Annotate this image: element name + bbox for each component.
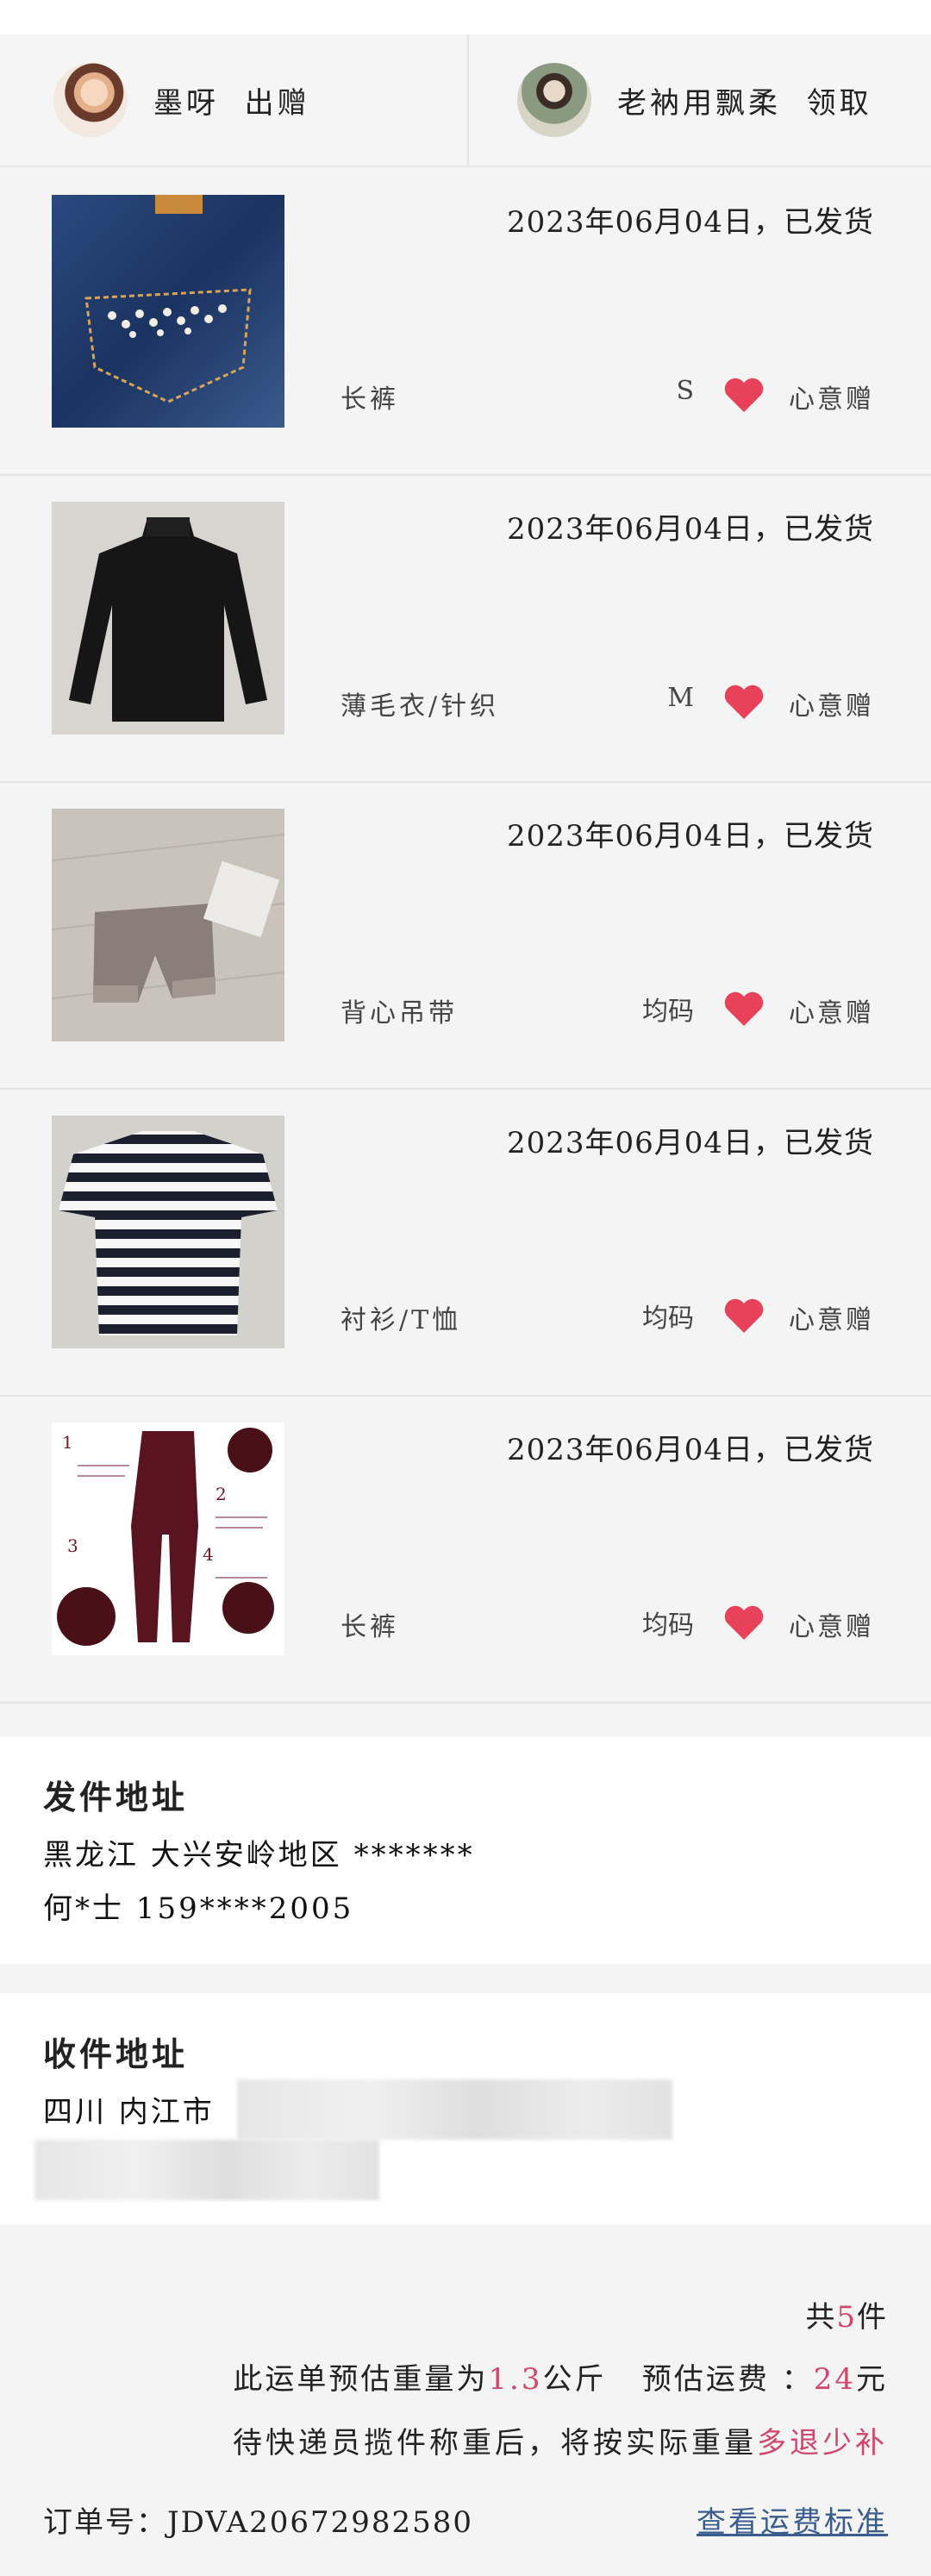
list-item[interactable]: 1 2 3 4 2023年06月04日，已发货 长裤 均码 心意赠 <box>0 1397 931 1704</box>
ship-date: 2023年06月04日，已发货 <box>506 512 874 547</box>
gift-label: 心意赠 <box>789 998 874 1029</box>
ship-date: 2023年06月04日，已发货 <box>506 205 874 240</box>
item-size: S <box>676 376 694 406</box>
heart-icon <box>724 991 764 1026</box>
estimated-weight-fee: 此运单预估重量为1.3公斤 预估运费 ：24元 <box>233 2362 888 2397</box>
svg-text:3: 3 <box>67 1535 78 1556</box>
order-number: 订单号：JDVA20672982580 <box>43 2505 474 2540</box>
giver-name: 墨呀 出赠 <box>153 85 310 121</box>
shorts-photo[interactable] <box>52 809 284 1041</box>
svg-text:2: 2 <box>216 1484 227 1504</box>
svg-text:4: 4 <box>203 1544 214 1565</box>
denim-jeans-photo[interactable] <box>52 195 284 428</box>
list-item[interactable]: 2023年06月04日，已发货 背心吊带 均码 心意赠 <box>0 783 931 1090</box>
top-bar <box>0 0 931 34</box>
item-category: 背心吊带 <box>341 998 458 1029</box>
sender-contact: 何*士 159****2005 <box>43 1891 354 1926</box>
item-category: 衬衫/T恤 <box>341 1305 462 1335</box>
list-item[interactable]: 2023年06月04日，已发货 长裤 S 心意赠 <box>0 169 931 476</box>
redacted-address <box>237 2079 672 2140</box>
heart-icon <box>724 1605 764 1640</box>
gift-label: 心意赠 <box>789 1305 874 1335</box>
svg-text:1: 1 <box>62 1432 73 1453</box>
gift-label: 心意赠 <box>789 1612 874 1642</box>
item-category: 薄毛衣/针织 <box>341 691 500 722</box>
tights-photo[interactable]: 1 2 3 4 <box>52 1422 284 1655</box>
recipient-region: 四川 内江市 <box>43 2095 215 2129</box>
sender-address-card: 发件地址 黑龙江 大兴安岭地区 ******* 何*士 159****2005 <box>0 1736 931 1964</box>
recipient-address-card: 收件地址 四川 内江市 <box>0 1993 931 2224</box>
list-item[interactable]: 2023年06月04日，已发货 衬衫/T恤 均码 心意赠 <box>0 1090 931 1397</box>
redacted-contact <box>34 2140 379 2200</box>
item-size: M <box>667 683 694 713</box>
receiver-avatar[interactable] <box>517 63 591 137</box>
item-total: 共5件 <box>805 2300 888 2335</box>
gift-label: 心意赠 <box>789 385 874 415</box>
gift-header: 墨呀 出赠 老衲用飘柔 领取 <box>0 34 931 167</box>
heart-icon <box>724 685 764 719</box>
item-size: 均码 <box>642 1610 694 1641</box>
receiver-cell[interactable]: 老衲用飘柔 领取 <box>467 34 931 166</box>
sender-region: 黑龙江 大兴安岭地区 ******* <box>43 1838 475 1873</box>
ship-date: 2023年06月04日，已发货 <box>506 1126 874 1160</box>
heart-icon <box>724 1298 764 1333</box>
item-category: 长裤 <box>341 1612 399 1642</box>
giver-cell[interactable]: 墨呀 出赠 <box>0 34 467 166</box>
sender-address-title: 发件地址 <box>43 1778 189 1816</box>
giver-avatar[interactable] <box>53 63 128 137</box>
view-fee-standard-link[interactable]: 查看运费标准 <box>697 2498 888 2541</box>
ship-date: 2023年06月04日，已发货 <box>506 1433 874 1467</box>
ship-date: 2023年06月04日，已发货 <box>506 819 874 853</box>
gift-label: 心意赠 <box>789 691 874 722</box>
weight-notice: 待快递员揽件称重后，将按实际重量多退少补 <box>233 2426 888 2460</box>
recipient-address-title: 收件地址 <box>43 2035 189 2073</box>
striped-tshirt-photo[interactable] <box>52 1116 284 1348</box>
item-size: 均码 <box>642 1304 694 1334</box>
black-sweater-photo[interactable] <box>52 502 284 735</box>
receiver-name: 老衲用飘柔 领取 <box>617 85 872 121</box>
heart-icon <box>724 378 764 412</box>
item-size: 均码 <box>642 997 694 1027</box>
item-category: 长裤 <box>341 385 399 415</box>
list-item[interactable]: 2023年06月04日，已发货 薄毛衣/针织 M 心意赠 <box>0 476 931 783</box>
